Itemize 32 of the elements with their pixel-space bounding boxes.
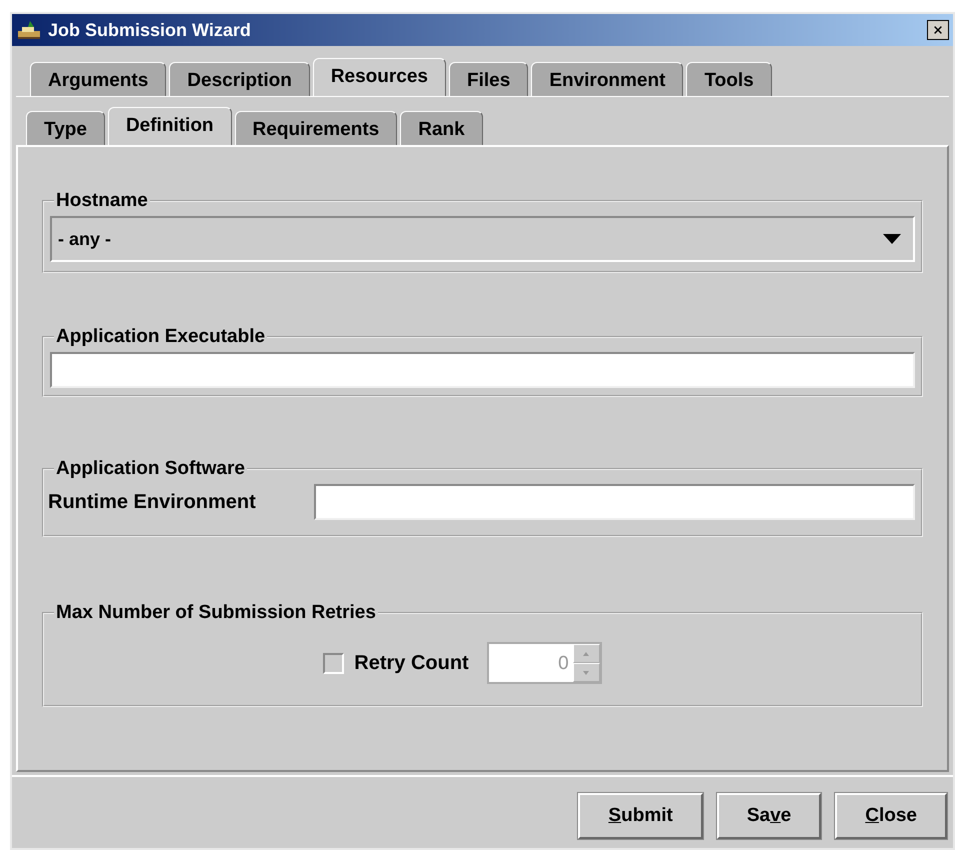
up-arrow-icon bbox=[583, 652, 590, 656]
tab[interactable]: Description bbox=[169, 62, 310, 96]
checkbox-label: Retry Count bbox=[354, 651, 469, 676]
sub-tab[interactable]: Definition bbox=[108, 107, 232, 145]
dropdown-arrow-icon bbox=[883, 234, 901, 244]
group-title: Hostname bbox=[55, 191, 149, 210]
tab[interactable]: Tools bbox=[686, 62, 772, 96]
close-button[interactable] bbox=[927, 20, 949, 40]
retry-count-value: 0 bbox=[488, 644, 573, 682]
dialog-button[interactable]: Close bbox=[835, 793, 947, 839]
sub-tab[interactable]: Rank bbox=[400, 111, 483, 145]
tab[interactable]: Environment bbox=[531, 62, 684, 96]
window-title: Job Submission Wizard bbox=[48, 18, 251, 42]
sub-tab[interactable]: Type bbox=[26, 111, 105, 145]
spin-up-button[interactable] bbox=[572, 644, 600, 663]
app-icon bbox=[16, 19, 42, 41]
executable-field[interactable] bbox=[50, 352, 915, 388]
spin-down-button[interactable] bbox=[572, 663, 600, 682]
tab[interactable]: Files bbox=[449, 62, 528, 96]
dialog-button[interactable]: Submit bbox=[578, 793, 703, 839]
hostname-dropdown[interactable]: - any - bbox=[50, 216, 915, 262]
tab[interactable]: Resources bbox=[312, 58, 446, 96]
sub-tab[interactable]: Requirements bbox=[234, 111, 398, 145]
down-arrow-icon bbox=[583, 670, 590, 674]
close-icon bbox=[934, 24, 942, 36]
group-title: Application Executable bbox=[55, 327, 266, 346]
dialog-button[interactable]: Save bbox=[716, 793, 822, 839]
field-label: Runtime Environment bbox=[48, 490, 257, 515]
tab[interactable]: Arguments bbox=[30, 62, 166, 96]
group-title: Max Number of Submission Retries bbox=[55, 603, 377, 622]
runtime-environment-field[interactable] bbox=[314, 484, 915, 520]
group-title: Application Software bbox=[55, 459, 246, 478]
